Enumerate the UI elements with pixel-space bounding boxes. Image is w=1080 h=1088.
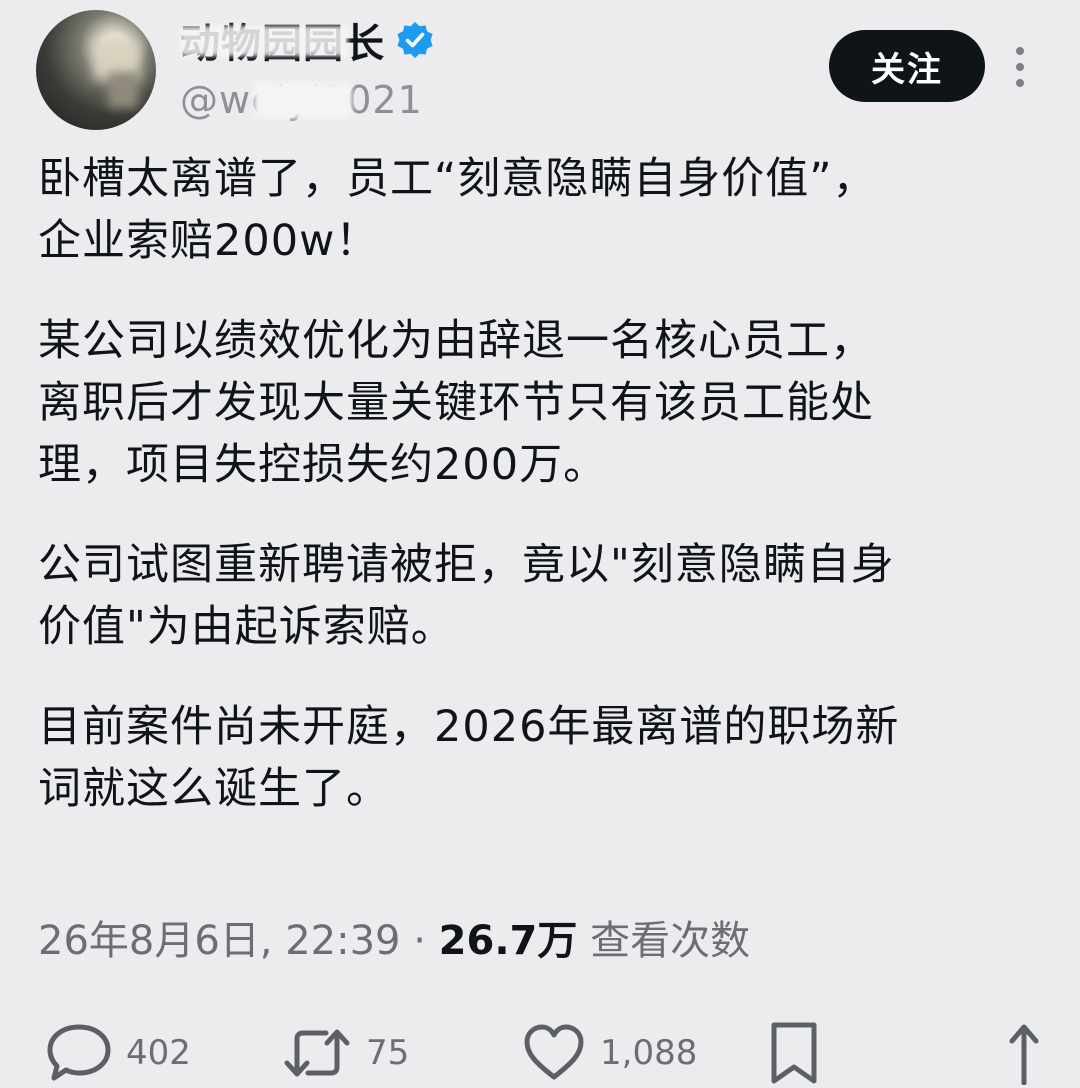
comment-icon bbox=[47, 1024, 111, 1081]
follow-button[interactable]: 关注 bbox=[829, 30, 985, 102]
tweet-meta: 26年8月6日, 22:39 · 26.7万 查看次数 bbox=[38, 908, 750, 966]
meta-separator: · bbox=[413, 918, 426, 964]
share-icon bbox=[1009, 1024, 1039, 1085]
reply-count: 402 bbox=[126, 1033, 191, 1073]
heart-icon bbox=[524, 1024, 584, 1080]
tweet-paragraph: 卧槽太离谱了，员工“刻意隐瞒自身价值”， 企业索赔200w！ bbox=[38, 154, 877, 266]
share-button[interactable] bbox=[1004, 1018, 1044, 1088]
author-name-row: 动物园园长 bbox=[180, 12, 435, 68]
bookmark-icon bbox=[771, 1022, 817, 1084]
tweet-text: 卧槽太离谱了，员工“刻意隐瞒自身价值”， 企业索赔200w！ 某公司以绩效优化为… bbox=[38, 148, 1048, 858]
tweet-timestamp[interactable]: 26年8月6日, 22:39 bbox=[38, 918, 401, 964]
reply-button[interactable]: 402 bbox=[46, 1018, 191, 1088]
retweet-icon bbox=[284, 1029, 350, 1077]
tweet-card: 动物园园长 @weiyi2021 关注 卧槽太离谱了，员工“刻意隐瞒自身价值”，… bbox=[0, 0, 1080, 1088]
bookmark-button[interactable] bbox=[768, 1018, 820, 1088]
avatar-blur-patch bbox=[108, 72, 138, 108]
tweet-action-bar: 402 75 1,088 bbox=[0, 1018, 1080, 1088]
like-count: 1,088 bbox=[600, 1033, 698, 1073]
user-avatar[interactable] bbox=[36, 10, 156, 130]
tweet-paragraph: 目前案件尚未开庭，2026年最离谱的职场新 词就这么诞生了。 bbox=[38, 702, 900, 814]
views-count: 26.7万 bbox=[438, 918, 578, 964]
tweet-paragraph: 某公司以绩效优化为由辞退一名核心员工， 离职后才发现大量关键环节只有该员工能处 … bbox=[38, 316, 874, 490]
retweet-button[interactable]: 75 bbox=[282, 1018, 409, 1088]
tweet-paragraph: 公司试图重新聘请被拒，竟以"刻意隐瞒自身 价值"为由起诉索赔。 bbox=[38, 540, 895, 652]
like-button[interactable]: 1,088 bbox=[522, 1018, 697, 1088]
verified-badge-icon bbox=[397, 22, 433, 58]
views-label: 查看次数 bbox=[590, 918, 751, 964]
handle-privacy-mask bbox=[254, 82, 352, 118]
more-vertical-icon[interactable] bbox=[1006, 44, 1034, 90]
retweet-count: 75 bbox=[366, 1033, 410, 1073]
name-privacy-mask bbox=[180, 26, 348, 56]
